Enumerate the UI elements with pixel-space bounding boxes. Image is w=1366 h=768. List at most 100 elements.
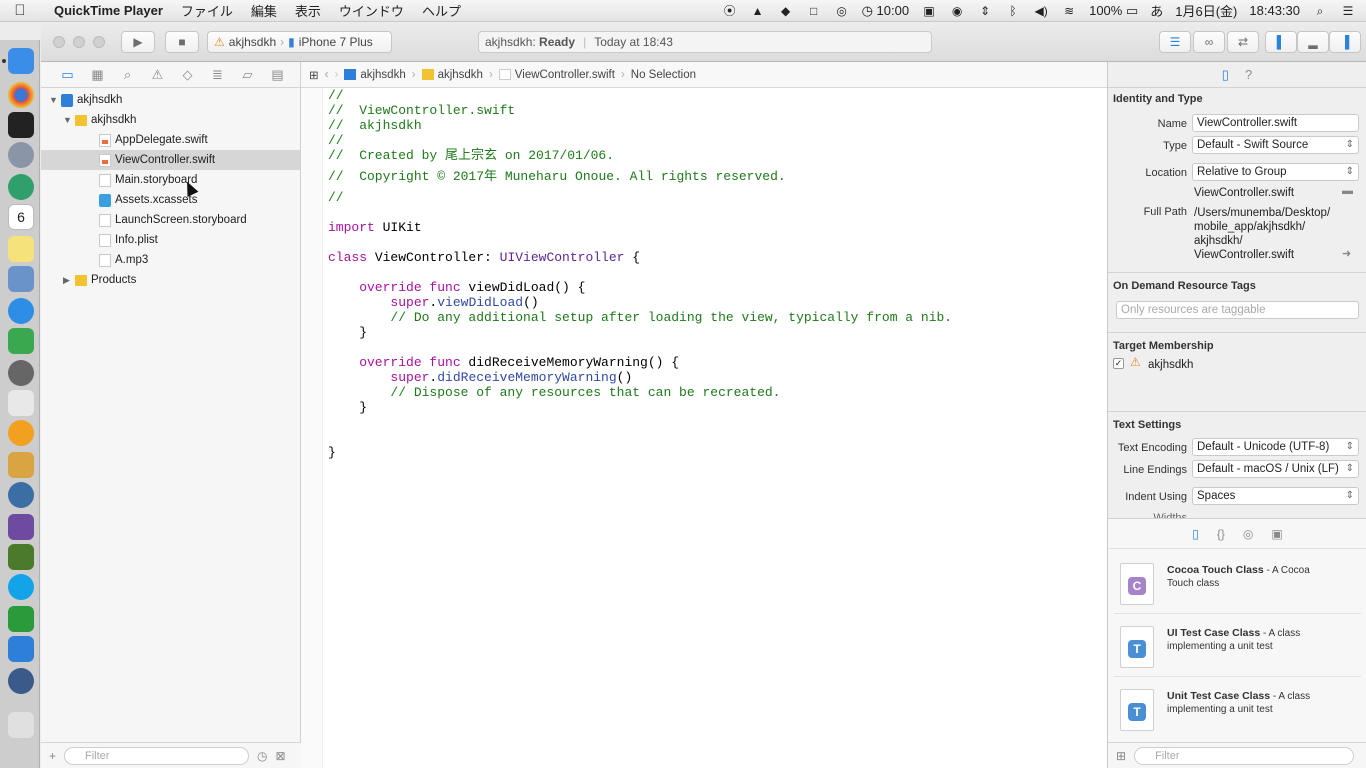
tree-item[interactable]: Assets.xcassets (41, 190, 300, 210)
jumpbar-crumb-project[interactable]: akjhsdkh (344, 69, 406, 81)
library-filter-input[interactable]: Filter (1134, 746, 1355, 765)
report-navigator-icon[interactable]: ▤ (269, 67, 286, 83)
messages-status-icon[interactable]: ▣ (921, 4, 937, 18)
disclosure-triangle-icon[interactable]: ▼ (63, 110, 72, 130)
test-navigator-icon[interactable]: ◇ (179, 67, 196, 83)
folder-navigator-icon[interactable]: ▭ (59, 67, 76, 83)
breakpoint-navigator-icon[interactable]: ▱ (239, 67, 256, 83)
close-window-button[interactable] (53, 36, 65, 48)
trash-icon[interactable] (8, 712, 34, 738)
disclosure-triangle-icon[interactable]: ▶ (63, 270, 70, 290)
spotlight-search-icon[interactable]: ⌕ (1312, 4, 1328, 18)
forward-arrow-icon[interactable]: › (334, 69, 338, 81)
object-library-icon[interactable]: ◎ (1243, 527, 1253, 541)
record-status-icon[interactable]: ⦿ (722, 4, 738, 18)
preview-icon[interactable] (8, 266, 34, 292)
standard-editor-button[interactable]: ☰ (1159, 31, 1191, 53)
bluetooth-icon[interactable]: ᛒ (1005, 4, 1021, 18)
launchpad-icon[interactable] (8, 142, 34, 168)
jumpbar-crumb-file[interactable]: ViewController.swift (498, 69, 615, 81)
volume-icon[interactable]: ◀) (1033, 4, 1049, 18)
jumpbar-crumb-group[interactable]: akjhsdkh (421, 69, 483, 81)
minimize-window-button[interactable] (73, 36, 85, 48)
symbol-navigator-icon[interactable]: ▦ (89, 67, 106, 83)
evernote-icon[interactable] (8, 606, 34, 632)
back-arrow-icon[interactable]: ‹ (325, 69, 329, 81)
tree-item[interactable]: ▼ akjhsdkh (41, 90, 300, 110)
tree-item[interactable]: A.mp3 (41, 250, 300, 270)
type-popup[interactable]: Default - Swift Source (1192, 136, 1359, 154)
run-button[interactable]: ▶ (121, 31, 155, 53)
xcode-icon[interactable] (8, 636, 34, 662)
line-endings-popup[interactable]: Default - macOS / Unix (LF) (1192, 460, 1359, 478)
name-field[interactable]: ViewController.swift (1192, 114, 1359, 132)
notes-icon[interactable] (8, 236, 34, 262)
scheme-selector[interactable]: ⚠ akjhsdkh › ▮ iPhone 7 Plus (207, 31, 392, 53)
related-items-icon[interactable]: ⊞ (309, 68, 319, 82)
toggle-utilities-button[interactable]: ▐ (1329, 31, 1361, 53)
menubar-date[interactable]: 1月6日(金) (1175, 1, 1237, 20)
numbers-icon[interactable] (8, 328, 34, 354)
tree-item[interactable]: Main.storyboard (41, 170, 300, 190)
evernote-status-icon[interactable]: ◆ (778, 4, 794, 18)
hat-status-icon[interactable]: ▲ (750, 4, 766, 18)
tree-item[interactable]: ▼ akjhsdkh (41, 110, 300, 130)
issue-navigator-icon[interactable]: ⚠ (149, 67, 166, 83)
template-item[interactable]: T Unit Test Case Class - A class implemen… (1108, 677, 1366, 740)
indent-popup[interactable]: Spaces (1192, 487, 1359, 505)
file-template-library-icon[interactable]: ▯ (1192, 527, 1199, 541)
toggle-debug-area-button[interactable]: ▂ (1297, 31, 1329, 53)
menu-view[interactable]: 表示 (295, 1, 321, 20)
quick-help-icon[interactable]: ? (1245, 67, 1252, 82)
navigator-filter-input[interactable]: Filter (64, 746, 250, 765)
wifi-icon[interactable]: ≋ (1061, 4, 1077, 18)
debug-navigator-icon[interactable]: ≣ (209, 67, 226, 83)
scm-filter-icon[interactable]: ⊠ (276, 749, 286, 763)
messenger-icon[interactable] (8, 298, 34, 324)
tree-item[interactable]: ViewController.swift (41, 150, 300, 170)
menubar-time[interactable]: 18:43:30 (1249, 3, 1300, 18)
tree-item[interactable]: Info.plist (41, 230, 300, 250)
alfred-icon[interactable] (8, 544, 34, 570)
grid-view-icon[interactable]: ⊞ (1116, 749, 1126, 763)
menu-window[interactable]: ウインドウ (339, 1, 404, 20)
tree-item[interactable]: ▶ Products (41, 270, 300, 290)
stop-button[interactable]: ■ (165, 31, 199, 53)
cc-status-icon[interactable]: ◎ (834, 4, 850, 18)
recent-files-icon[interactable]: ◷ (257, 749, 267, 763)
location-popup[interactable]: Relative to Group (1192, 163, 1359, 181)
chrome-icon[interactable] (8, 82, 34, 108)
input-method[interactable]: あ (1150, 1, 1163, 20)
menu-help[interactable]: ヘルプ (422, 1, 461, 20)
tree-item[interactable]: LaunchScreen.storyboard (41, 210, 300, 230)
evernote-elephant-icon[interactable]: ◉ (949, 4, 965, 18)
quicktime-icon[interactable] (8, 668, 34, 694)
atom-icon[interactable] (8, 174, 34, 200)
battery-status[interactable]: 100% ▭ (1089, 3, 1138, 19)
encoding-popup[interactable]: Default - Unicode (UTF-8) (1192, 438, 1359, 456)
tree-item[interactable]: AppDelegate.swift (41, 130, 300, 150)
reveal-in-finder-arrow-icon[interactable]: ➜ (1342, 247, 1351, 260)
file-inspector-icon[interactable]: ▯ (1222, 67, 1229, 83)
calendar-icon[interactable]: 6 (8, 204, 34, 230)
target-membership-checkbox[interactable]: ✓ (1113, 358, 1124, 369)
system-preferences-icon[interactable] (8, 360, 34, 386)
sourcetree-icon[interactable] (8, 482, 34, 508)
sketch-icon[interactable] (8, 420, 34, 446)
reveal-folder-icon[interactable]: ▬ (1342, 185, 1353, 197)
zoom-window-button[interactable] (93, 36, 105, 48)
menu-file[interactable]: ファイル (181, 1, 233, 20)
skype-icon[interactable] (8, 574, 34, 600)
jumpbar-crumb-selection[interactable]: No Selection (631, 69, 696, 81)
template-item[interactable]: C Cocoa Touch Class - A Cocoa Touch class (1108, 551, 1366, 614)
sequel-pro-icon[interactable] (8, 452, 34, 478)
template-item[interactable]: T UI Test Case Class - A class implementi… (1108, 614, 1366, 677)
terminal-icon[interactable] (8, 112, 34, 138)
finder-icon[interactable] (8, 48, 34, 74)
app-name-menu[interactable]: QuickTime Player (54, 3, 163, 18)
disclosure-triangle-icon[interactable]: ▼ (49, 90, 58, 110)
toggle-navigator-button[interactable]: ▌ (1265, 31, 1297, 53)
media-library-icon[interactable]: ▣ (1271, 527, 1282, 541)
version-editor-button[interactable]: ⇄ (1227, 31, 1259, 53)
textedit-icon[interactable] (8, 390, 34, 416)
